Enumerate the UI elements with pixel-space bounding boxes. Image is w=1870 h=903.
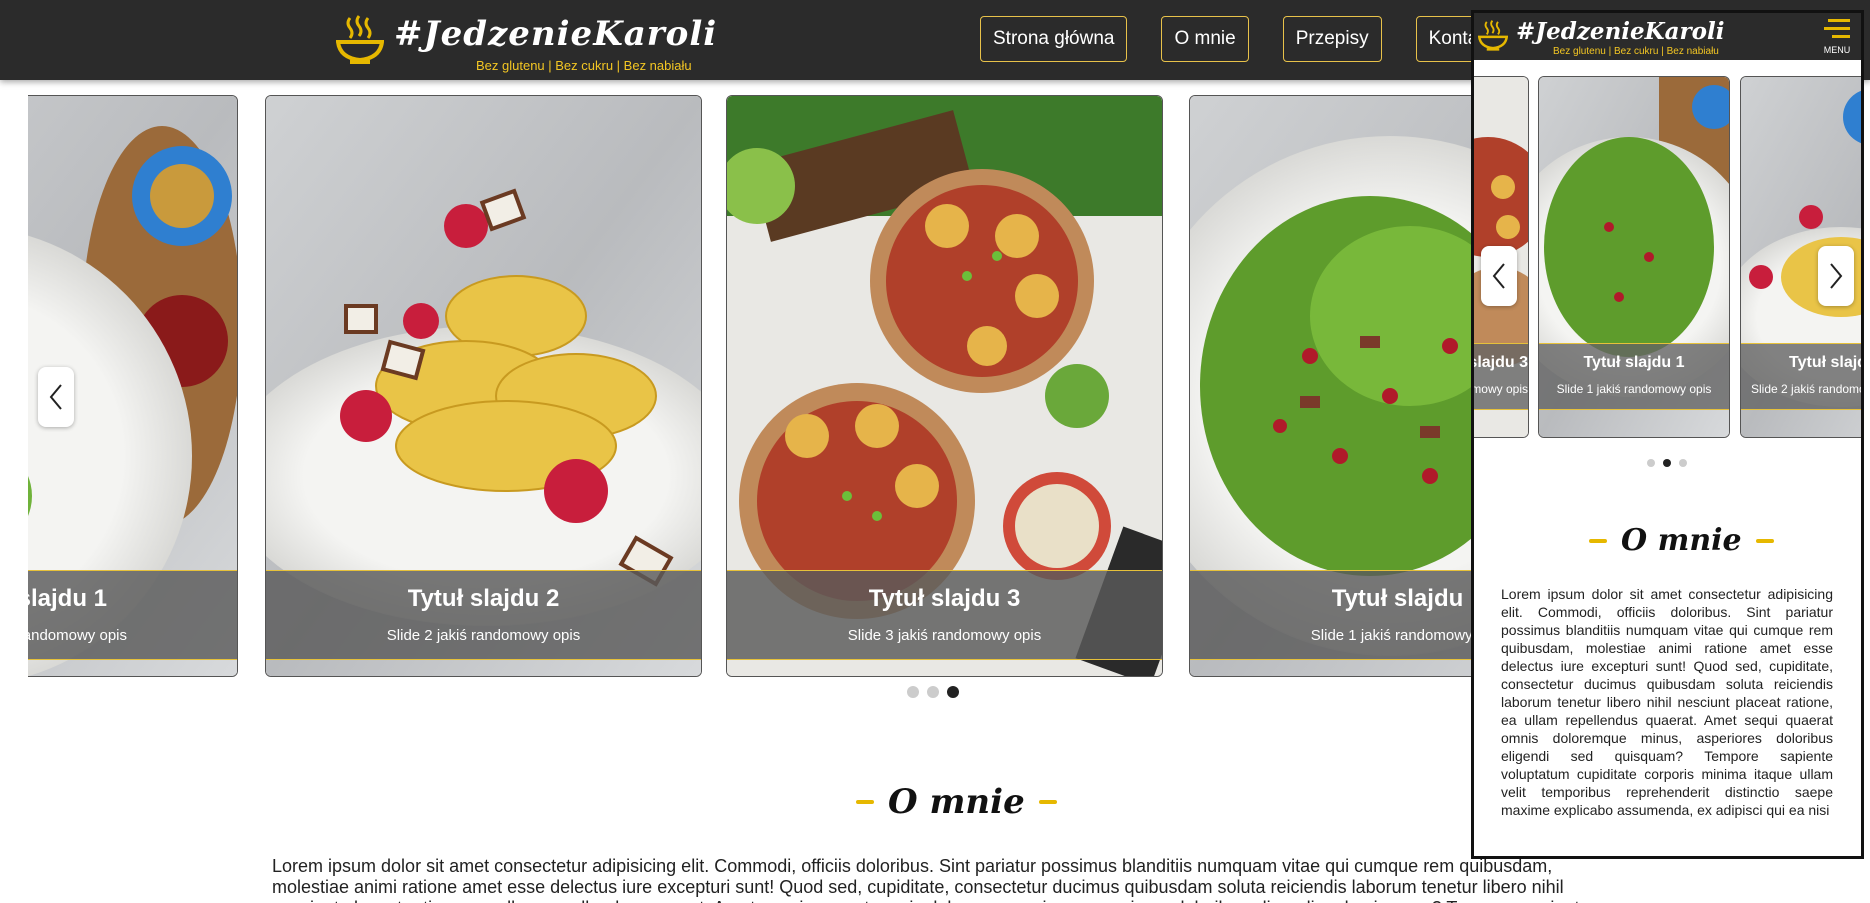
carousel-slide[interactable]: Tytuł slajdu 3 Slide 3 jakiś randomowy o… (726, 95, 1163, 677)
slide-description: Slide 1 jakiś randomowy opis (1310, 627, 1480, 644)
hamburger-icon (1824, 19, 1850, 38)
mobile-brand-tagline: Bez glutenu | Bez cukru | Bez nabiału (1553, 46, 1719, 57)
carousel-dot[interactable] (907, 686, 919, 698)
chevron-right-icon (1830, 263, 1843, 289)
mobile-carousel-dots (1647, 459, 1687, 467)
carousel-slide[interactable]: Tytuł slajdu 2 Slide 2 jakiś randomowy o… (265, 95, 702, 677)
slide-title: Tytuł slajdu 3 (868, 585, 1021, 612)
carousel-dot-active[interactable] (1663, 459, 1671, 467)
heading-dash (1589, 538, 1607, 543)
slide-description: Slide 1 jakiś randomowy opis (1556, 382, 1712, 396)
slide-description: Slide 3 jakiś randomowy opis (847, 627, 1042, 644)
nav-recipes-button[interactable]: Przepisy (1282, 16, 1382, 62)
mobile-about-title: O mnie (1621, 523, 1742, 558)
about-title: O mnie (888, 782, 1025, 822)
slide-caption: Tytuł slajdu 1 Slide 1 jakiś randomowy o… (1539, 343, 1729, 410)
brand-name: #JedzenieKaroli (394, 14, 718, 54)
slide-caption: Tytuł slajdu 3 Slide 3 jakiś randomowy o… (727, 570, 1162, 660)
mobile-carousel-slide[interactable]: Tytuł slajdu 1 Slide 1 jakiś randomowy o… (1538, 76, 1730, 438)
slide-caption: Tytuł slajdu 1 Slide 1 jakiś randomowy o… (28, 570, 237, 660)
carousel-dot[interactable] (1647, 459, 1655, 467)
nav-about-button[interactable]: O mnie (1161, 16, 1249, 62)
mobile-about-text: Lorem ipsum dolor sit amet consectetur a… (1501, 586, 1833, 818)
carousel-dot[interactable] (1679, 459, 1687, 467)
about-heading: O mnie (856, 782, 1057, 822)
mobile-menu-button[interactable]: MENU (1819, 18, 1855, 55)
heading-dash (1755, 538, 1774, 543)
slide-caption: Tytuł slajdu 1 Slide 1 jakiś randomowy o… (1190, 570, 1480, 660)
slide-caption: Tytuł slajdu 2 Slide 2 jakiś randomowy o… (1741, 343, 1861, 410)
carousel-dots (907, 686, 959, 698)
about-text: Lorem ipsum dolor sit amet consectetur a… (272, 856, 1589, 903)
chevron-left-icon (49, 384, 62, 410)
menu-label: MENU (1823, 45, 1851, 55)
slide-caption: Tytuł slajdu 3 Slide 3 jakiś randomowy o… (1474, 343, 1528, 410)
carousel-dot[interactable] (927, 686, 939, 698)
slide-title: Tytuł slajdu 2 (1789, 354, 1861, 371)
mobile-brand-name[interactable]: #JedzenieKaroli (1516, 18, 1724, 45)
slide-description: Slide 2 jakiś randomowy opis (386, 627, 581, 644)
brand-tagline: Bez glutenu | Bez cukru | Bez nabiału (476, 58, 692, 73)
soup-bowl-icon (1478, 20, 1508, 51)
heading-dash (1038, 800, 1057, 804)
slide-description: Slide 3 jakiś randomowy opis (1474, 382, 1528, 396)
main-nav: Strona główna O mnie Przepisy Kontakt (980, 16, 1507, 62)
slide-title: Tytuł slajdu 1 (1331, 585, 1480, 612)
chevron-left-icon (1492, 263, 1505, 289)
slide-caption: Tytuł slajdu 2 Slide 2 jakiś randomowy o… (266, 570, 701, 660)
slide-title: Tytuł slajdu 3 (1474, 354, 1528, 371)
carousel-slide[interactable]: Tytuł slajdu 1 Slide 1 jakiś randomowy o… (1189, 95, 1480, 677)
mobile-header: #JedzenieKaroli Bez glutenu | Bez cukru … (1474, 13, 1861, 60)
carousel-prev-button[interactable] (38, 367, 74, 427)
site-logo[interactable]: #JedzenieKaroli Bez glutenu | Bez cukru … (336, 14, 718, 73)
nav-home-button[interactable]: Strona główna (980, 16, 1128, 62)
slide-title: Tytuł slajdu 1 (28, 585, 107, 612)
hero-carousel: Tytuł slajdu 1 Slide 1 jakiś randomowy o… (28, 95, 1480, 677)
heading-dash (856, 800, 874, 804)
mobile-preview: #JedzenieKaroli Bez glutenu | Bez cukru … (1471, 10, 1864, 859)
slide-description: Slide 2 jakiś randomowy opis (1751, 382, 1861, 396)
slide-description: Slide 1 jakiś randomowy opis (28, 627, 127, 644)
slide-title: Tytuł slajdu 2 (407, 585, 560, 612)
mobile-carousel-next-button[interactable] (1818, 246, 1854, 306)
mobile-carousel: Tytuł slajdu 3 Slide 3 jakiś randomowy o… (1474, 76, 1861, 451)
slide-title: Tytuł slajdu 1 (1583, 354, 1685, 371)
mobile-about-heading: O mnie (1589, 523, 1774, 558)
soup-bowl-icon (336, 15, 384, 64)
carousel-dot-active[interactable] (947, 686, 959, 698)
mobile-carousel-prev-button[interactable] (1481, 246, 1517, 306)
